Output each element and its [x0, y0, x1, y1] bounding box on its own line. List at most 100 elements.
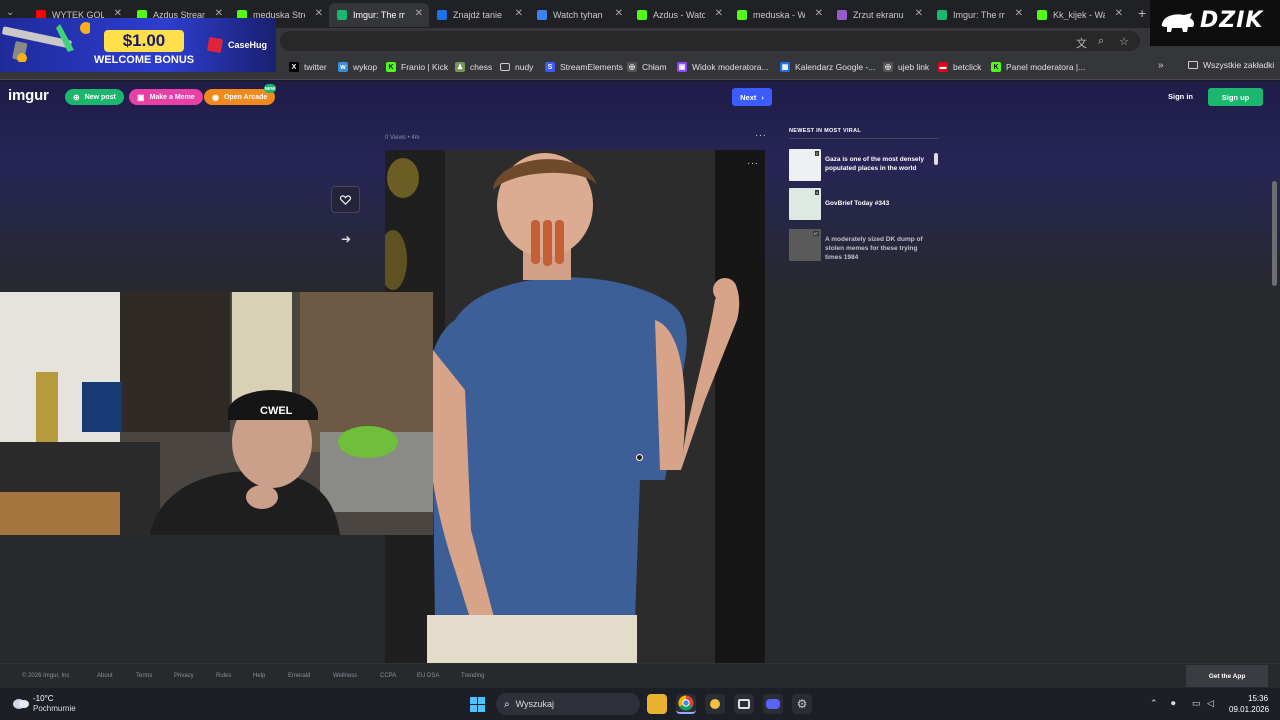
bookmark-item[interactable]: ▣ Widok moderatora... — [677, 60, 769, 74]
bookmark-item[interactable]: K Franio | Kick — [386, 60, 448, 74]
tab-close-icon[interactable]: ✕ — [1015, 8, 1023, 19]
ad-bonus-amount: $1.00 — [104, 30, 184, 52]
bookmark-item[interactable]: ◎ Chłam — [627, 60, 667, 74]
bookmark-item[interactable]: ♟ chess — [455, 60, 492, 74]
browser-tab[interactable]: Watch tyhan | ✕ — [529, 3, 629, 27]
bookmark-item[interactable]: nudy — [500, 60, 533, 74]
footer-link[interactable]: CCPA — [380, 673, 396, 679]
bookmark-item[interactable]: K Panel moderatora |... — [991, 60, 1085, 74]
sign-up-button[interactable]: Sign up — [1208, 88, 1263, 106]
webcam-overlay: CWEL — [0, 292, 433, 535]
screenshot-tool-icon[interactable] — [734, 694, 754, 714]
footer-link[interactable]: EU DSA — [417, 673, 439, 679]
gear-glyph-icon: ⚙ — [796, 697, 808, 711]
bookmark-item[interactable]: S StreamElements — [545, 60, 623, 74]
network-icon[interactable]: ▭ — [1192, 698, 1201, 709]
clock-time[interactable]: 15:36 — [1248, 694, 1268, 703]
weather-description[interactable]: Pochmurnie — [33, 704, 76, 713]
zoom-icon[interactable]: ⌕ — [1098, 35, 1104, 48]
sign-in-link[interactable]: Sign in — [1168, 92, 1193, 101]
browser-tab[interactable]: Znajdź tanie lo ✕ — [429, 3, 529, 27]
sidebar-scrollbar[interactable] — [934, 153, 938, 165]
tab-favicon-icon — [737, 10, 747, 20]
address-bar[interactable] — [280, 31, 1140, 51]
settings-gear-icon[interactable]: ⚙ — [792, 694, 812, 714]
browser-tab[interactable]: Azdus - Watch ✕ — [629, 3, 729, 27]
post-image[interactable] — [385, 150, 765, 663]
viral-post-item[interactable]: 47 A moderately sized DK dump of stolen m… — [789, 229, 941, 261]
windows-start-icon[interactable] — [470, 697, 485, 712]
bookmark-label: ujeb link — [898, 62, 930, 72]
translate-icon[interactable]: 文 — [1076, 35, 1087, 51]
tab-close-icon[interactable]: ✕ — [515, 8, 523, 19]
browser-tab[interactable]: Imgur: The ma ✕ — [929, 3, 1029, 27]
bookmark-label: Panel moderatora |... — [1006, 62, 1086, 72]
footer-link[interactable]: Emerald — [288, 673, 310, 679]
get-app-button[interactable]: Get the App — [1186, 665, 1268, 687]
new-tab-plus-icon[interactable]: + — [1138, 5, 1146, 21]
viral-post-item[interactable]: 4 GovBrief Today #343 — [789, 188, 941, 220]
taskbar-search[interactable]: ⌕ Wyszukaj — [496, 693, 640, 715]
viral-post-title: GovBrief Today #343 — [825, 200, 890, 207]
knife-gun-graphic — [2, 22, 90, 62]
volume-icon[interactable]: ◁ — [1207, 698, 1214, 709]
tab-close-icon[interactable]: ✕ — [1115, 8, 1123, 19]
like-button[interactable] — [331, 186, 360, 213]
footer-link[interactable]: Help — [253, 673, 265, 679]
footer-link[interactable]: Terms — [136, 673, 152, 679]
pinned-app-icon[interactable] — [705, 694, 725, 714]
post-options-icon[interactable]: ··· — [755, 130, 767, 141]
boar-icon — [1161, 13, 1194, 32]
footer-link[interactable]: Rules — [216, 673, 231, 679]
tab-close-icon[interactable]: ✕ — [615, 8, 623, 19]
tab-search-chevron-icon[interactable]: ⌄ — [6, 7, 14, 18]
footer-link[interactable]: Trending — [461, 673, 484, 679]
tab-close-icon[interactable]: ✕ — [915, 8, 923, 19]
tab-favicon-icon — [437, 10, 447, 20]
new-post-button[interactable]: ⊕ New post — [65, 89, 124, 105]
ad-banner[interactable]: $1.00 WELCOME BONUS CaseHug — [0, 18, 276, 72]
tab-close-icon[interactable]: ✕ — [415, 8, 423, 19]
all-bookmarks-button[interactable]: Wszystkie zakładki — [1188, 60, 1274, 70]
next-post-button[interactable]: Next › — [732, 88, 772, 106]
tab-close-icon[interactable]: ✕ — [815, 8, 823, 19]
tab-close-icon[interactable]: ✕ — [315, 8, 323, 19]
bookmark-item[interactable]: ◎ ujeb link — [883, 60, 929, 74]
bookmark-item[interactable]: ▦ Kalendarz Google -... — [780, 60, 875, 74]
clock-date[interactable]: 09.01.2026 — [1229, 705, 1269, 714]
discord-icon[interactable] — [763, 694, 783, 714]
tab-title: Imgur: The ma — [353, 10, 405, 20]
tab-favicon-icon — [637, 10, 647, 20]
viral-post-title: A moderately sized DK dump of stolen mem… — [825, 236, 923, 261]
image-options-icon[interactable]: ··· — [747, 158, 759, 169]
tray-chevron-icon[interactable]: ⌃ — [1150, 698, 1158, 709]
microphone-icon[interactable]: ⏺ — [1171, 698, 1176, 709]
make-meme-button[interactable]: ▣ Make a Meme — [129, 89, 203, 105]
tab-close-icon[interactable]: ✕ — [715, 8, 723, 19]
page-scrollbar[interactable] — [1272, 181, 1277, 286]
chrome-icon[interactable] — [676, 694, 696, 714]
imgur-logo[interactable]: imgur — [8, 87, 49, 104]
weather-temperature[interactable]: -10°C — [33, 694, 54, 703]
kick-icon: K — [991, 62, 1001, 72]
viral-post-item[interactable]: 2 Gaza is one of the most densely populat… — [789, 149, 941, 181]
file-explorer-icon[interactable] — [647, 694, 667, 714]
bookmark-item[interactable]: ▬ betclick — [938, 60, 981, 74]
browser-tab[interactable]: Imgur: The ma ✕ — [329, 3, 429, 27]
search-icon: ⌕ — [504, 698, 510, 710]
footer-link[interactable]: About — [97, 673, 113, 679]
bookmarks-overflow-icon[interactable]: » — [1158, 60, 1164, 71]
imgur-footer: © 2026 Imgur, Inc About Terms Privacy Rules H… — [0, 663, 1280, 688]
browser-tab[interactable]: meduska - Wa ✕ — [729, 3, 829, 27]
browser-tab[interactable]: Zrzut ekranu z ✕ — [829, 3, 929, 27]
bookmark-item[interactable]: w wykop — [338, 60, 377, 74]
footer-link[interactable]: Wellness — [333, 673, 357, 679]
browser-tab[interactable]: Kk_kijek - Wat ✕ — [1029, 3, 1129, 27]
share-arrow-icon[interactable]: ➜ — [336, 231, 356, 247]
bookmark-star-icon[interactable]: ☆ — [1119, 35, 1129, 48]
discord-glyph-icon — [766, 699, 780, 709]
bookmark-item[interactable]: Xtwitter — [289, 60, 327, 74]
viral-post-count: 47 — [812, 231, 819, 236]
footer-link[interactable]: Privacy — [174, 673, 194, 679]
tab-favicon-icon — [1037, 10, 1047, 20]
